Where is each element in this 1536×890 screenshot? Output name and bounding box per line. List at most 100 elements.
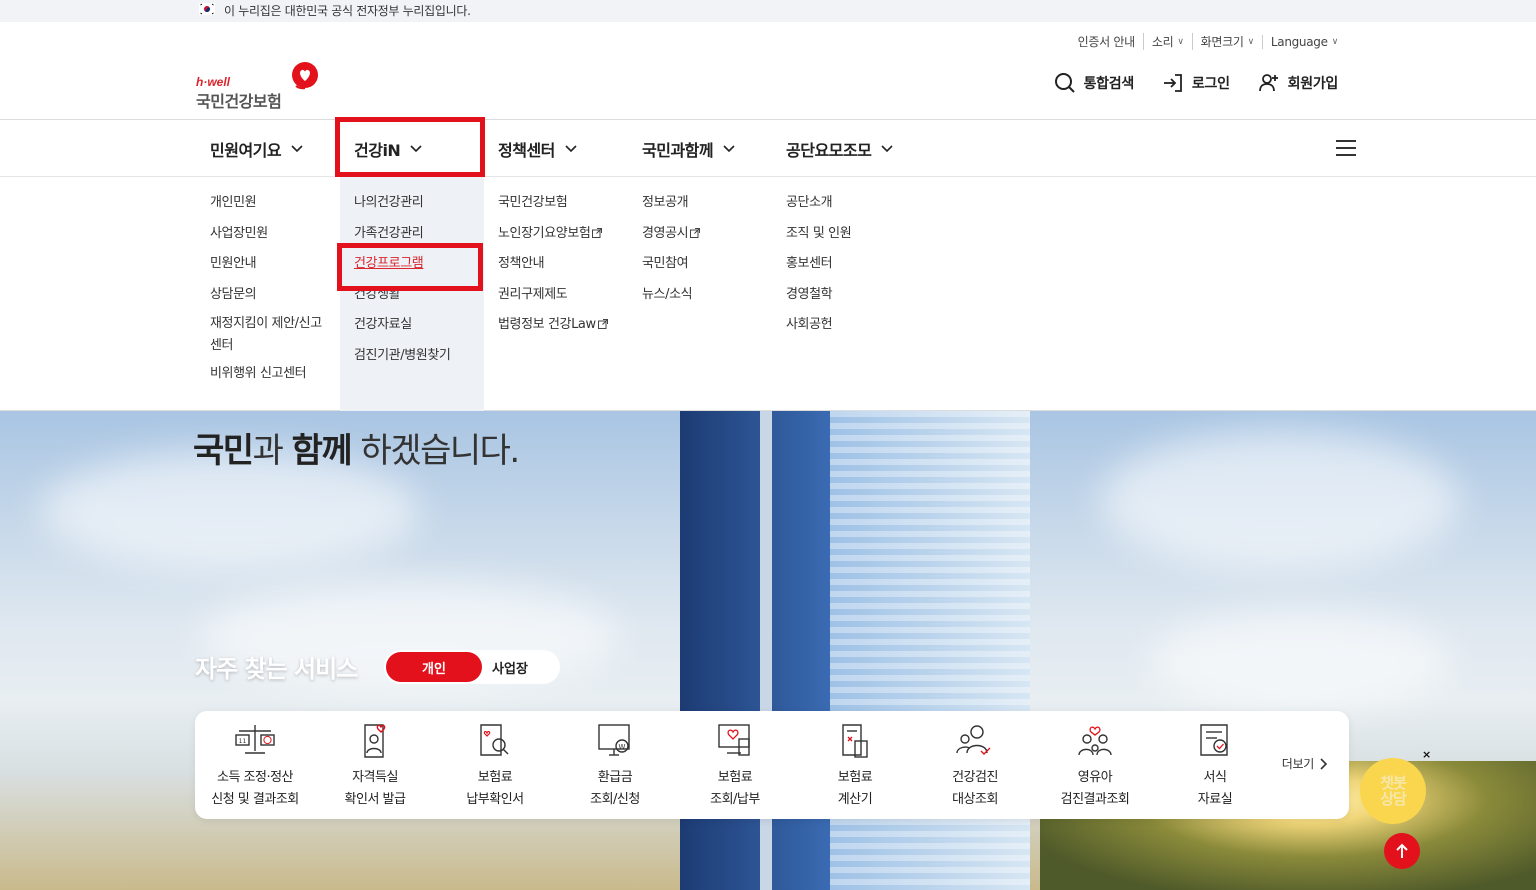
highlight-box-nav: [335, 117, 485, 177]
dropdown-item[interactable]: 정보공개: [642, 195, 700, 210]
nav-menu-corporation[interactable]: 공단요모조모: [786, 121, 893, 177]
hero-section: 국민과 함께 하겠습니다. 자주 찾는 서비스 개인 사업장 11 소득 조정·…: [0, 411, 1536, 890]
dropdown-col-policy: 국민건강보험 노인장기요양보험 정책안내 권리구제제도 법령정보 건강Law: [498, 195, 608, 348]
dropdown-item[interactable]: 경영공시: [642, 226, 701, 241]
frequent-services-panel: 11 소득 조정·정산 신청 및 결과조회 자격득실 확인서 발급 보험료 납부…: [195, 711, 1349, 819]
dropdown-item[interactable]: 개인민원: [210, 195, 330, 210]
utility-menu: 인증서 안내 소리 ∨ 화면크기 ∨ Language ∨: [1070, 33, 1346, 50]
cloud: [1150, 611, 1450, 711]
cloud: [1100, 431, 1460, 571]
dropdown-item[interactable]: 건강자료실: [354, 317, 450, 332]
logo-tagline: h·well: [196, 75, 231, 89]
dropdown-item[interactable]: 상담문의: [210, 287, 330, 302]
chevron-down-icon: [723, 145, 735, 153]
service-item-forms[interactable]: 서식 자료실: [1155, 721, 1275, 811]
family-heart-icon: [1078, 726, 1112, 756]
logo-name: 국민건강보험: [196, 92, 282, 111]
dropdown-col-minwon: 개인민원 사업장민원 민원안내 상담문의 재정지킴이 제안/신고센터 비위행위 …: [210, 195, 330, 397]
scroll-to-top-button[interactable]: [1384, 833, 1420, 869]
nav-menu-minwon[interactable]: 민원여기요: [210, 121, 303, 177]
service-item-refund[interactable]: W 환급금 조회/신청: [555, 721, 675, 811]
cert-guide-link[interactable]: 인증서 안내: [1070, 33, 1143, 50]
service-type-toggle: 개인 사업장: [384, 650, 560, 684]
dropdown-item[interactable]: 나의건강관리: [354, 195, 450, 210]
dropdown-item[interactable]: 민원안내: [210, 256, 330, 271]
highlight-box-program: [337, 243, 483, 291]
screen-size-dropdown[interactable]: 화면크기 ∨: [1191, 33, 1262, 50]
user-plus-icon: [1258, 74, 1278, 92]
dropdown-item[interactable]: 홍보센터: [786, 256, 851, 271]
gov-banner-text: 이 누리집은 대한민국 공식 전자정부 누리집입니다.: [224, 4, 471, 18]
hamburger-menu-icon[interactable]: [1336, 140, 1356, 156]
chevron-down-icon: [291, 145, 303, 153]
dropdown-item[interactable]: 공단소개: [786, 195, 851, 210]
nav-menu-with-people[interactable]: 국민과함께: [642, 121, 735, 177]
dropdown-item[interactable]: 가족건강관리: [354, 226, 450, 241]
external-link-icon: [690, 227, 701, 238]
chevron-down-icon: [881, 145, 893, 153]
header-actions: 통합검색 로그인 회원가입: [1054, 72, 1338, 94]
svg-text:W: W: [619, 743, 626, 751]
heart-logo-icon: [292, 62, 318, 90]
dropdown-item[interactable]: 조직 및 인원: [786, 226, 852, 241]
frequent-services-heading: 자주 찾는 서비스: [195, 655, 358, 683]
hero-title: 국민과 함께 하겠습니다.: [193, 431, 520, 471]
search-button[interactable]: 통합검색: [1054, 72, 1134, 94]
chevron-down-icon: ∨: [1331, 36, 1339, 47]
mega-dropdown: 개인민원 사업장민원 민원안내 상담문의 재정지킴이 제안/신고센터 비위행위 …: [0, 177, 1536, 411]
service-item-infant-checkup[interactable]: 영유아 검진결과조회: [1035, 721, 1155, 811]
heart-document-icon: [364, 724, 386, 758]
dropdown-item[interactable]: 국민건강보험: [498, 195, 608, 210]
dropdown-item[interactable]: 사업장민원: [210, 226, 330, 241]
people-check-icon: [956, 725, 991, 755]
login-icon: [1163, 74, 1182, 92]
dropdown-item[interactable]: 검진기관/병원찾기: [354, 348, 451, 363]
scale-icon: 11: [235, 725, 275, 754]
chatbot-button[interactable]: 챗봇 상담: [1360, 758, 1426, 824]
svg-text:11: 11: [239, 738, 247, 745]
dropdown-item[interactable]: 정책안내: [498, 256, 608, 271]
korea-flag-icon: [199, 3, 215, 15]
chevron-down-icon: ∨: [1177, 36, 1184, 47]
site-header: 인증서 안내 소리 ∨ 화면크기 ∨ Language ∨ h·well 국민건강보험…: [0, 22, 1536, 120]
dropdown-item[interactable]: 경영철학: [786, 287, 851, 302]
nav-menu-policy[interactable]: 정책센터: [498, 121, 577, 177]
service-item-premium-calculator[interactable]: 보험료 계산기: [795, 721, 915, 811]
signup-button[interactable]: 회원가입: [1258, 72, 1338, 94]
service-item-premium-receipt[interactable]: 보험료 납부확인서: [435, 721, 555, 811]
more-services-link[interactable]: 더보기: [1282, 755, 1327, 772]
login-button[interactable]: 로그인: [1162, 72, 1230, 94]
main-nav: 민원여기요 건강iN 정책센터 국민과함께 공단요모조모: [0, 121, 1536, 177]
chatbot-close-button[interactable]: ×: [1422, 748, 1431, 761]
dropdown-col-corporation: 공단소개 조직 및 인원 홍보센터 경영철학 사회공헌: [786, 195, 852, 348]
gov-banner: 이 누리집은 대한민국 공식 전자정부 누리집입니다.: [0, 0, 1536, 22]
form-document-icon: [1200, 724, 1228, 756]
dropdown-item[interactable]: 재정지킴이 제안/신고센터: [210, 313, 330, 357]
service-item-checkup-target[interactable]: 건강검진 대상조회: [915, 721, 1035, 811]
dropdown-item[interactable]: 비위행위 신고센터: [210, 366, 330, 381]
language-dropdown[interactable]: Language ∨: [1261, 34, 1346, 49]
service-item-eligibility[interactable]: 자격득실 확인서 발급: [315, 721, 435, 811]
dropdown-item[interactable]: 국민참여: [642, 256, 700, 271]
monitor-won-icon: W: [598, 724, 630, 756]
external-link-icon: [592, 227, 603, 238]
toggle-business[interactable]: 사업장: [482, 652, 538, 682]
chevron-down-icon: ∨: [1247, 36, 1255, 47]
dropdown-item[interactable]: 권리구제제도: [498, 287, 608, 302]
sound-dropdown[interactable]: 소리 ∨: [1142, 33, 1192, 50]
calculator-document-icon: [842, 724, 868, 758]
chevron-down-icon: [565, 145, 577, 153]
dropdown-item[interactable]: 사회공헌: [786, 317, 851, 332]
chevron-right-icon: [1320, 757, 1327, 770]
dropdown-item[interactable]: 노인장기요양보험: [498, 226, 608, 241]
monitor-heart-icon: [718, 724, 750, 756]
search-icon: [1054, 73, 1075, 93]
site-logo[interactable]: h·well 국민건강보험: [196, 62, 326, 111]
dropdown-col-with-people: 정보공개 경영공시 국민참여 뉴스/소식: [642, 195, 701, 317]
toggle-individual[interactable]: 개인: [386, 652, 482, 682]
external-link-icon: [597, 319, 608, 330]
service-item-income-adjust[interactable]: 11 소득 조정·정산 신청 및 결과조회: [195, 721, 315, 811]
service-item-premium-payment[interactable]: 보험료 조회/납부: [675, 721, 795, 811]
dropdown-item[interactable]: 뉴스/소식: [642, 287, 700, 302]
dropdown-item[interactable]: 법령정보 건강Law: [498, 317, 608, 332]
